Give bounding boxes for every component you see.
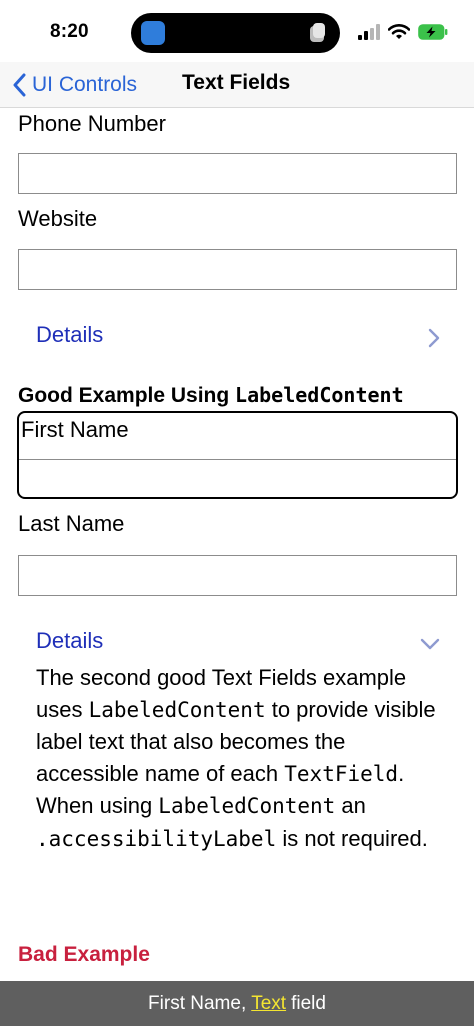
phone-number-label: Phone Number	[18, 111, 166, 136]
camera-icon	[310, 23, 325, 42]
bad-example-heading: Bad Example	[18, 943, 150, 966]
good-example-heading: Good Example Using LabeledContent	[18, 383, 404, 408]
battery-charging-icon	[418, 24, 448, 40]
desc-code: LabeledContent	[158, 794, 336, 819]
details-disclosure-collapsed[interactable]: Details	[36, 322, 440, 356]
voiceover-suffix: field	[291, 992, 326, 1014]
first-name-label: First Name	[21, 417, 129, 442]
chevron-left-icon	[13, 73, 26, 97]
app-icon	[141, 21, 165, 45]
last-name-label: Last Name	[18, 511, 125, 536]
back-button[interactable]: UI Controls	[12, 68, 137, 102]
good-example-heading-code: LabeledContent	[235, 383, 404, 407]
details-label: Details	[36, 628, 104, 653]
dynamic-island	[131, 13, 340, 53]
chevron-right-icon	[428, 328, 440, 348]
website-field[interactable]	[18, 249, 457, 290]
wifi-icon	[388, 24, 410, 39]
phone-number-field[interactable]	[18, 153, 457, 194]
voiceover-caption: First Name, Text field	[0, 981, 474, 1026]
status-bar: 8:20	[0, 0, 474, 62]
voiceover-highlight: Text	[251, 992, 287, 1014]
desc-text: is not required.	[276, 825, 428, 851]
navigation-bar: UI Controls Text Fields	[0, 62, 474, 108]
website-label: Website	[18, 206, 98, 231]
desc-code: TextField	[284, 761, 399, 786]
back-button-label: UI Controls	[32, 73, 138, 96]
desc-code: .accessibilityLabel	[36, 826, 277, 851]
desc-code: LabeledContent	[88, 697, 266, 722]
voiceover-prefix: First Name,	[148, 992, 247, 1014]
last-name-field[interactable]	[18, 555, 457, 596]
desc-text: an	[335, 793, 366, 819]
details-disclosure-expanded[interactable]: Details	[36, 628, 440, 662]
first-name-field[interactable]	[19, 459, 456, 497]
details-label: Details	[36, 322, 104, 347]
good-example-heading-text: Good Example Using	[18, 384, 236, 407]
page-title: Text Fields	[182, 71, 291, 94]
status-time: 8:20	[50, 21, 89, 42]
cellular-signal-icon	[358, 24, 380, 40]
details-description: The second good Text Fields example uses…	[36, 662, 446, 856]
first-name-group-focused[interactable]: First Name	[17, 411, 458, 499]
status-icons	[358, 22, 448, 42]
chevron-down-icon	[420, 638, 440, 650]
